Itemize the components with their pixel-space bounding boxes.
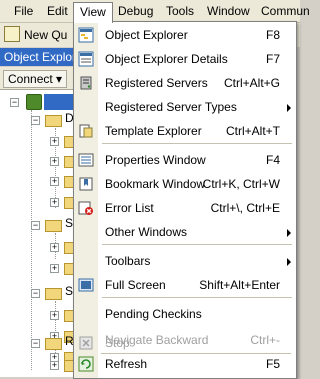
new-query-label: New Qu (24, 28, 68, 42)
submenu-arrow-icon (287, 258, 291, 266)
refresh-icon (78, 356, 94, 372)
menu-item-properties-window[interactable]: Properties Window F4 (74, 148, 296, 172)
bookmark-window-icon (79, 177, 93, 191)
expand-toggle[interactable]: + (50, 361, 59, 370)
menu-item-label: Registered Servers (105, 76, 208, 90)
connect-button[interactable]: Connect ▾ (3, 70, 68, 88)
full-screen-icon (78, 278, 94, 292)
menu-file[interactable]: File (8, 3, 39, 19)
expand-toggle[interactable]: + (50, 311, 59, 320)
template-explorer-icon (79, 124, 93, 138)
tree-line (31, 110, 32, 370)
collapse-toggle[interactable]: − (31, 289, 40, 298)
menubar: File Edit View Debug Tools Window Commun (0, 0, 310, 23)
menu-item-label: Pending Checkins (105, 307, 202, 321)
object-explorer-toolbar: Connect ▾ (0, 67, 80, 90)
folder-icon (45, 220, 62, 232)
menu-tools[interactable]: Tools (160, 3, 200, 19)
menu-item-registered-server-types[interactable]: Registered Server Types (74, 95, 296, 119)
menu-item-label: Bookmark Window (105, 177, 206, 191)
menu-item-other-windows[interactable]: Other Windows (74, 220, 296, 244)
menu-item-shortcut: F4 (265, 153, 280, 167)
collapse-toggle[interactable]: − (31, 221, 40, 230)
collapse-toggle[interactable]: − (31, 339, 40, 348)
expand-toggle[interactable]: + (50, 264, 59, 273)
menu-item-object-explorer[interactable]: Object Explorer F8 (74, 23, 296, 47)
view-menu-dropdown: Object Explorer F8 Object Explorer Detai… (73, 21, 297, 379)
menu-item-shortcut: F8 (265, 28, 280, 42)
folder-icon (45, 338, 62, 350)
error-list-icon (78, 201, 93, 215)
menu-item-refresh[interactable]: Refresh F5 (74, 352, 296, 376)
registered-servers-icon (80, 76, 92, 90)
menu-item-pending-checkins[interactable]: Pending Checkins (74, 302, 296, 326)
expand-toggle[interactable]: + (50, 177, 59, 186)
menu-window[interactable]: Window (201, 3, 256, 19)
menu-item-template-explorer[interactable]: Template Explorer Ctrl+Alt+T (74, 119, 296, 143)
object-explorer-title: Object Explore (0, 48, 84, 66)
menu-item-shortcut: F7 (265, 52, 280, 66)
menu-item-toolbars[interactable]: Toolbars (74, 249, 296, 273)
new-query-icon (4, 26, 20, 42)
expand-toggle[interactable]: + (50, 198, 59, 207)
menu-item-label: Refresh (105, 357, 148, 371)
menu-item-error-list[interactable]: Error List Ctrl+\, Ctrl+E (74, 196, 296, 220)
menu-debug[interactable]: Debug (112, 3, 159, 19)
folder-icon (45, 115, 62, 127)
menu-item-shortcut: Ctrl+\, Ctrl+E (210, 201, 280, 215)
menu-item-label: Registered Server Types (105, 100, 237, 114)
expand-toggle[interactable]: + (50, 157, 59, 166)
menu-item-registered-servers[interactable]: Registered Servers Ctrl+Alt+G (74, 71, 296, 95)
menu-view[interactable]: View (73, 2, 113, 23)
menu-item-shortcut: Shift+Alt+Enter (199, 278, 280, 292)
server-icon (26, 94, 42, 110)
menu-item-bookmark-window[interactable]: Bookmark Window Ctrl+K, Ctrl+W (74, 172, 296, 196)
new-query-button[interactable]: New Qu (4, 26, 67, 44)
menu-item-shortcut: Ctrl+K, Ctrl+W (202, 177, 280, 191)
submenu-arrow-icon (287, 104, 291, 112)
menu-item-label: Template Explorer (105, 124, 202, 138)
menu-item-shortcut: Ctrl+Alt+G (223, 76, 280, 90)
menu-item-label: Other Windows (105, 225, 188, 239)
folder-icon (45, 288, 62, 300)
expand-toggle[interactable]: + (50, 243, 59, 252)
object-explorer-details-icon (78, 51, 94, 67)
submenu-arrow-icon (287, 229, 291, 237)
menu-item-shortcut: F5 (265, 357, 280, 371)
menu-community[interactable]: Commun (255, 3, 316, 19)
menu-separator (102, 297, 292, 298)
collapse-toggle[interactable]: − (10, 98, 19, 107)
stop-icon (79, 336, 93, 350)
collapse-toggle[interactable]: − (31, 116, 40, 125)
menu-item-label: Toolbars (105, 254, 151, 268)
menu-item-shortcut: Ctrl+Alt+T (225, 124, 280, 138)
menu-item-label: Object Explorer (105, 28, 188, 42)
menu-item-full-screen[interactable]: Full Screen Shift+Alt+Enter (74, 273, 296, 297)
object-explorer-icon (78, 27, 94, 43)
tree-node-label[interactable]: S (65, 216, 73, 230)
menu-separator (102, 143, 292, 144)
expand-toggle[interactable]: + (50, 137, 59, 146)
menu-item-object-explorer-details[interactable]: Object Explorer Details F7 (74, 47, 296, 71)
properties-window-icon (78, 153, 94, 167)
menu-item-label: Object Explorer Details (105, 52, 228, 66)
tree-node-label[interactable]: S (65, 284, 73, 298)
menu-item-label: Error List (105, 201, 154, 215)
menu-edit[interactable]: Edit (41, 3, 74, 19)
menu-item-label: Full Screen (105, 278, 166, 292)
menu-separator (102, 244, 292, 245)
menu-item-label: Properties Window (105, 153, 206, 167)
